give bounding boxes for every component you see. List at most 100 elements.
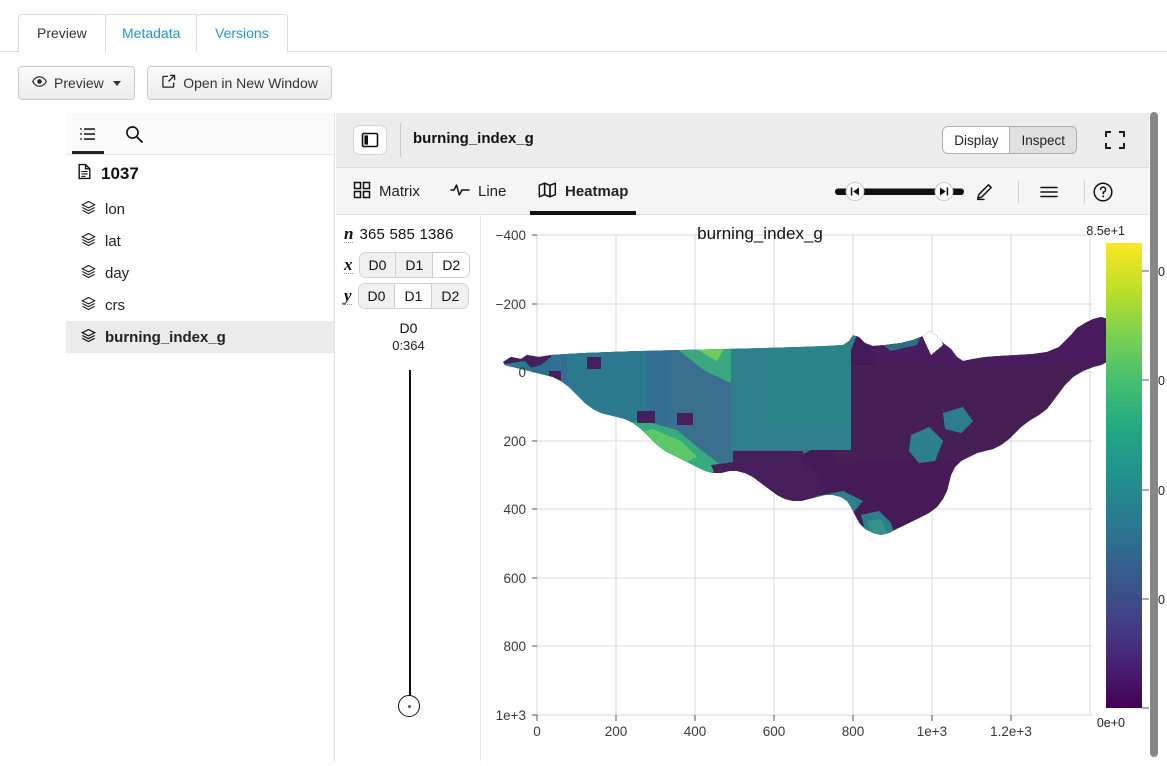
variable-item-crs[interactable]: crs [66,289,334,321]
x-tick-label: 600 [763,724,786,739]
layers-icon [81,232,96,251]
slider-handle[interactable] [398,695,420,717]
segment-inspect[interactable]: Inspect [1009,127,1076,153]
y-option-d2[interactable]: D2 [431,284,468,308]
y-axis: −400 −200 0 200 400 600 800 1e+3 [496,228,537,723]
tab-line[interactable]: Line [450,168,506,215]
chevron-down-icon [113,81,121,86]
layers-icon [81,264,96,283]
file-browser-panel: 1037 lon lat day [66,113,335,762]
preview-dropdown-button[interactable]: Preview [18,66,135,100]
x-tick-label: 1.2e+3 [990,724,1032,739]
variable-label: lat [105,233,121,250]
toolbar-separator [1084,180,1085,204]
dimension-controls: n 365 585 1386 x D0 D1 D2 y D0 D1 D2 [336,215,481,761]
x-tick-label: 800 [842,724,865,739]
file-icon [76,163,93,185]
y-option-d1[interactable]: D1 [394,284,431,308]
tab-preview[interactable]: Preview [18,14,106,52]
chart-tab-label: Heatmap [565,183,628,200]
segment-display[interactable]: Display [943,127,1009,153]
dim-symbol-n: n [344,225,353,243]
dim-sizes: 365 585 1386 [359,226,453,243]
variable-item-lat[interactable]: lat [66,225,334,257]
slider-dim-name: D0 [336,320,481,336]
open-in-new-window-button[interactable]: Open in New Window [147,66,332,100]
d0-index-slider: D0 0:364 [336,320,481,353]
file-root-label: 1037 [101,164,139,184]
hamburger-menu-icon[interactable] [1036,179,1062,205]
dim-row-x: x D0 D1 D2 [344,252,470,278]
tab-versions[interactable]: Versions [196,14,288,52]
list-icon[interactable] [66,113,110,154]
heatmap-svg[interactable]: −400 −200 0 200 400 600 800 1e+3 [481,215,1149,761]
variable-label: lon [105,201,125,218]
chart-tab-label: Line [478,183,506,200]
variable-label: burning_index_g [105,329,226,346]
external-link-icon [161,74,176,92]
layers-icon [81,328,96,347]
layers-icon [81,200,96,219]
plot-title: burning_index_g [481,224,1039,244]
x-option-d2[interactable]: D2 [432,253,469,277]
line-chart-icon [450,181,470,203]
variable-label: day [105,265,129,282]
eye-icon [32,74,47,92]
y-option-d0[interactable]: D0 [359,284,395,308]
y-tick-label: 400 [503,502,526,517]
open-in-new-window-label: Open in New Window [183,75,318,91]
question-circle-icon[interactable] [1090,179,1116,205]
viewer-title: burning_index_g [413,130,534,147]
map-icon [538,181,557,203]
chart-type-tabbar: Matrix Line Heatmap [336,168,1149,215]
display-inspect-segmented-control: Display Inspect [942,126,1077,154]
variable-item-burning-index-g[interactable]: burning_index_g [66,321,334,353]
x-tick-label: 400 [684,724,707,739]
frame-range-slider[interactable] [835,182,964,201]
slider-track[interactable] [409,370,411,705]
pencil-icon[interactable] [971,179,997,205]
sidebar-panel-icon[interactable] [353,125,387,155]
variable-label: crs [105,297,125,314]
y-tick-label: 800 [503,639,526,654]
variable-item-lon[interactable]: lon [66,193,334,225]
y-tick-label: 0 [518,365,526,380]
data-viewer: burning_index_g Display Inspect Matrix [336,113,1149,762]
tab-metadata[interactable]: Metadata [103,14,199,52]
fullscreen-icon[interactable] [1103,128,1127,152]
chart-tab-label: Matrix [379,183,420,200]
colorbar-gradient [1106,243,1142,708]
search-icon[interactable] [112,113,156,154]
colorbar-max-label: 8.5e+1 [1086,224,1125,238]
slider-range-label: 0:364 [336,338,481,353]
x-axis: 0 200 400 600 800 1e+3 1.2e+3 [533,715,1032,739]
colorbar[interactable]: 8.5e+1 0e+0 [1086,224,1149,730]
dim-symbol-y: y [344,287,352,305]
x-option-d1[interactable]: D1 [395,253,432,277]
page-scrollbar[interactable] [1150,112,1158,757]
viewer-header: burning_index_g Display Inspect [336,113,1149,168]
y-tick-label: 600 [503,571,526,586]
grid-icon [353,181,371,203]
toolbar-separator [1018,180,1019,204]
x-tick-label: 200 [605,724,628,739]
x-tick-label: 1e+3 [917,724,947,739]
dim-row-n: n 365 585 1386 [344,225,454,243]
x-option-d0[interactable]: D0 [360,253,396,277]
x-tick-label: 0 [533,724,541,739]
header-divider [400,123,401,157]
y-tick-label: 1e+3 [496,708,526,723]
colorbar-min-label: 0e+0 [1097,716,1125,730]
dim-symbol-x: x [344,256,353,274]
file-root-item[interactable]: 1037 [66,155,334,193]
viewer-body: n 365 585 1386 x D0 D1 D2 y D0 D1 D2 [336,215,1149,761]
file-panel-tabbar [66,113,334,155]
tab-heatmap[interactable]: Heatmap [538,168,628,215]
variable-item-day[interactable]: day [66,257,334,289]
action-button-row: Preview Open in New Window [18,66,332,100]
y-dim-selector: D0 D1 D2 [358,283,470,309]
top-tab-strip: Preview Metadata Versions [0,0,1167,52]
dim-row-y: y D0 D1 D2 [344,283,469,309]
layers-icon [81,296,96,315]
tab-matrix[interactable]: Matrix [353,168,420,215]
